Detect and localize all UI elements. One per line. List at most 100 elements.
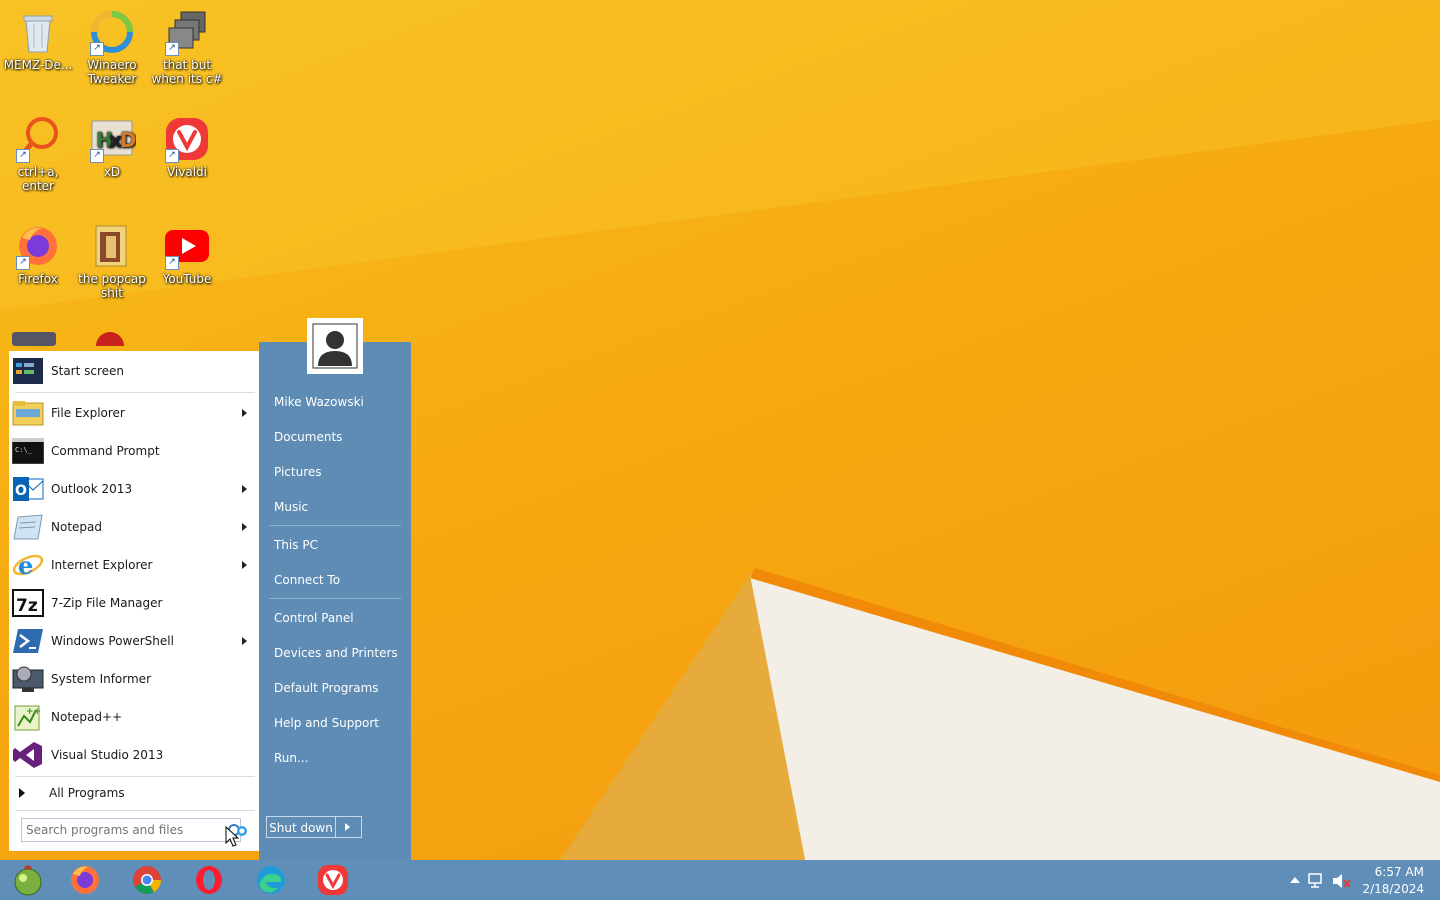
menu-item-7zip[interactable]: 7z 7-Zip File Manager <box>9 585 259 621</box>
menu-item-devices-and-printers[interactable]: Devices and Printers <box>274 642 409 664</box>
menu-item-documents[interactable]: Documents <box>274 426 409 448</box>
menu-item-file-explorer[interactable]: File Explorer <box>9 395 259 431</box>
desktop-icon-memz[interactable]: MEMZ-De... <box>0 8 76 72</box>
all-programs-label: All Programs <box>49 786 125 800</box>
desktop-icon-label: Firefox <box>18 272 58 286</box>
menu-separator <box>269 598 401 599</box>
desktop-icon-label: that but when its c# <box>151 58 223 86</box>
shut-down-button[interactable]: Shut down <box>266 816 336 838</box>
submenu-arrow-icon <box>242 523 247 531</box>
menu-separator <box>15 810 255 811</box>
network-icon[interactable] <box>1308 872 1326 890</box>
shortcut-arrow-icon: ↗ <box>90 42 104 56</box>
menu-item-run[interactable]: Run... <box>274 747 409 769</box>
system-informer-icon <box>12 666 44 692</box>
visual-studio-icon <box>13 742 42 768</box>
svg-text:e: e <box>18 551 33 580</box>
notification-area: 6:57 AM 2/18/2024 <box>1280 860 1440 900</box>
start-orb-icon <box>14 865 42 896</box>
menu-separator <box>15 392 255 393</box>
search-input[interactable] <box>21 818 241 842</box>
menu-item-help-and-support[interactable]: Help and Support <box>274 712 409 734</box>
submenu-arrow-icon <box>242 409 247 417</box>
shortcut-arrow-icon: ↗ <box>16 256 30 270</box>
menu-item-user[interactable]: Mike Wazowski <box>274 391 409 413</box>
desktop-icon-xd[interactable]: H x D ↗ xD <box>74 115 150 179</box>
taskbar-vivaldi[interactable] <box>305 862 361 898</box>
menu-item-this-pc[interactable]: This PC <box>274 534 409 556</box>
user-avatar[interactable] <box>307 318 363 374</box>
desktop-icon-label: the popcap shit <box>78 272 146 300</box>
desktop-icon-ctrl-a-enter[interactable]: ↗ ctrl+a, enter <box>0 115 76 193</box>
start-menu-places-pane: Mike Wazowski Documents Pictures Music T… <box>259 342 411 860</box>
svg-text:O: O <box>15 483 27 499</box>
outlook-icon: O <box>13 477 44 501</box>
menu-item-windows-powershell[interactable]: Windows PowerShell <box>9 623 259 659</box>
desktop-icon-label: Winaero Tweaker <box>87 58 137 86</box>
opera-icon <box>196 866 222 894</box>
taskbar-opera[interactable] <box>181 862 237 898</box>
menu-separator <box>15 776 255 777</box>
clock-date[interactable]: 2/18/2024 <box>1344 882 1424 896</box>
vivaldi-icon <box>318 865 348 895</box>
mouse-cursor-icon <box>225 826 239 847</box>
submenu-arrow-icon <box>242 485 247 493</box>
menu-item-pictures[interactable]: Pictures <box>274 461 409 483</box>
folder-icon <box>95 225 127 267</box>
chevron-right-icon <box>345 823 350 831</box>
desktop-icon-label: MEMZ-De... <box>3 58 73 72</box>
start-menu-programs-pane: Start screen File Explorer C:\_ Command … <box>9 351 259 851</box>
internet-explorer-icon: e <box>12 551 44 580</box>
menu-item-outlook-2013[interactable]: O Outlook 2013 <box>9 471 259 507</box>
menu-item-label: File Explorer <box>51 406 125 420</box>
shut-down-options-button[interactable] <box>336 816 362 838</box>
menu-item-notepad[interactable]: Notepad <box>9 509 259 545</box>
desktop-icon-popcap[interactable]: the popcap shit <box>74 222 150 300</box>
taskbar-chrome[interactable] <box>119 862 175 898</box>
show-hidden-icons-icon[interactable] <box>1290 876 1300 884</box>
menu-item-internet-explorer[interactable]: e Internet Explorer <box>9 547 259 583</box>
all-programs-button[interactable]: All Programs <box>9 781 259 805</box>
desktop-icon-youtube[interactable]: ↗ YouTube <box>149 222 225 286</box>
firefox-icon <box>71 866 99 894</box>
menu-item-start-screen[interactable]: Start screen <box>9 353 259 389</box>
menu-item-system-informer[interactable]: System Informer <box>9 661 259 697</box>
taskbar: 6:57 AM 2/18/2024 <box>0 860 1440 900</box>
start-button[interactable] <box>0 862 56 898</box>
svg-text:D: D <box>120 128 136 152</box>
menu-item-notepad-plus-plus[interactable]: ++ Notepad++ <box>9 699 259 735</box>
desktop-icon-vivaldi[interactable]: ↗ Vivaldi <box>149 115 225 179</box>
taskbar-edge[interactable] <box>243 862 299 898</box>
shortcut-arrow-icon: ↗ <box>165 256 179 270</box>
desktop-icon-label: xD <box>103 165 121 179</box>
menu-item-music[interactable]: Music <box>274 496 409 518</box>
7zip-icon: 7z <box>12 589 44 617</box>
menu-separator <box>269 525 401 526</box>
menu-item-visual-studio-2013[interactable]: Visual Studio 2013 <box>9 737 259 773</box>
menu-item-control-panel[interactable]: Control Panel <box>274 607 409 629</box>
menu-item-label: Visual Studio 2013 <box>51 748 164 762</box>
menu-item-label: Command Prompt <box>51 444 160 458</box>
desktop-icon-label: YouTube <box>162 272 212 286</box>
clock-time[interactable]: 6:57 AM <box>1344 865 1424 879</box>
menu-item-label: 7-Zip File Manager <box>51 596 163 610</box>
start-menu: Start screen File Explorer C:\_ Command … <box>5 342 411 860</box>
desktop-icon-winaero-tweaker[interactable]: ↗ Winaero Tweaker <box>74 8 150 86</box>
menu-item-label: System Informer <box>51 672 152 686</box>
menu-item-label: Windows PowerShell <box>51 634 174 648</box>
menu-item-command-prompt[interactable]: C:\_ Command Prompt <box>9 433 259 469</box>
command-prompt-icon: C:\_ <box>12 438 44 464</box>
desktop-icon-label: Vivaldi <box>166 165 208 179</box>
powershell-icon <box>13 629 43 653</box>
menu-item-connect-to[interactable]: Connect To <box>274 569 409 591</box>
taskbar-firefox[interactable] <box>57 862 113 898</box>
svg-text:++: ++ <box>26 707 41 717</box>
shortcut-arrow-icon: ↗ <box>16 149 30 163</box>
submenu-arrow-icon <box>242 561 247 569</box>
desktop-icon-csharp[interactable]: ↗ that but when its c# <box>149 8 225 86</box>
svg-text:C:\_: C:\_ <box>15 446 33 454</box>
menu-item-label: Outlook 2013 <box>51 482 133 496</box>
file-explorer-icon <box>12 401 44 426</box>
desktop-icon-firefox[interactable]: ↗ Firefox <box>0 222 76 286</box>
menu-item-default-programs[interactable]: Default Programs <box>274 677 409 699</box>
